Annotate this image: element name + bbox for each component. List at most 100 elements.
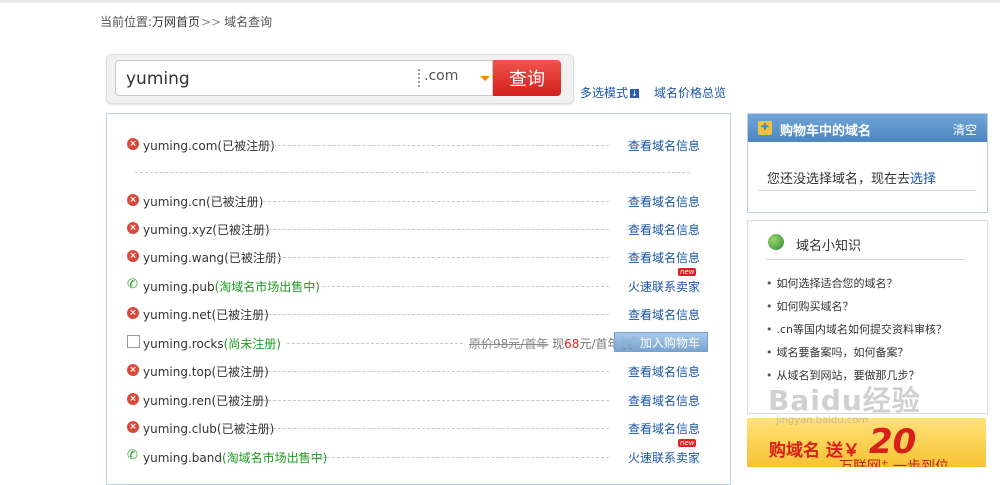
taken-x-icon: ×	[127, 364, 139, 376]
phone-icon: ✆	[127, 448, 138, 463]
top-border	[0, 0, 1000, 3]
view-domain-info-link[interactable]: 查看域名信息	[628, 221, 700, 238]
domain-name: yuming.ren(已被注册)	[143, 392, 269, 409]
domain-label: yuming.ren	[143, 394, 212, 408]
price-info: 原价98元/首年 现68元/首年	[469, 335, 620, 352]
domain-name: yuming.rocks(尚未注册)	[143, 335, 281, 352]
tip-link[interactable]: 域名要备案吗，如何备案？	[766, 344, 909, 360]
original-price: 原价98元/首年	[469, 337, 549, 351]
breadcrumb-home-link[interactable]: 万网首页	[152, 15, 200, 29]
tip-link[interactable]: .cn等国内域名如何提交资料审核？	[766, 321, 948, 337]
price-overview-link[interactable]: 域名价格总览	[654, 84, 726, 101]
result-row: × yuming.com(已被注册) 查看域名信息	[127, 136, 727, 156]
domain-search-bar: .com 查询	[106, 54, 574, 104]
view-domain-info-link[interactable]: 查看域名信息	[628, 420, 700, 437]
domain-status: (已被注册)	[216, 422, 275, 436]
result-row: × yuming.wang(已被注册) 查看域名信息	[127, 248, 727, 268]
result-row: × yuming.xyz(已被注册) 查看域名信息	[127, 220, 727, 240]
domain-status: (已被注册)	[211, 308, 269, 322]
cart-panel: ✚ 购物车中的域名 清空 您还没选择域名，现在去选择	[747, 113, 988, 213]
view-domain-info-link[interactable]: 查看域名信息	[628, 306, 700, 323]
cart-header: ✚ 购物车中的域名 清空	[748, 114, 987, 142]
domain-label: yuming.top	[143, 365, 212, 379]
domain-name: yuming.xyz(已被注册)	[143, 221, 270, 238]
view-domain-info-link[interactable]: 查看域名信息	[628, 137, 700, 154]
globe-icon	[768, 234, 784, 250]
domain-label: yuming.rocks	[143, 337, 224, 351]
result-row: ✆ yuming.pub(淘域名市场出售中) 火速联系卖家 new	[127, 268, 727, 297]
promo-subtext: 万联网+ 一步到位	[839, 456, 949, 467]
tips-title: 域名小知识	[796, 239, 862, 254]
tld-select[interactable]: .com	[424, 68, 458, 84]
domain-name: yuming.pub(淘域名市场出售中)	[143, 278, 320, 295]
cart-clear-link[interactable]: 清空	[953, 121, 977, 138]
domain-label: yuming.net	[143, 308, 212, 322]
leader-dash	[263, 257, 609, 258]
breadcrumb-prefix: 当前位置:	[100, 15, 153, 29]
result-row: ✆ yuming.band(淘域名市场出售中) 火速联系卖家 new	[127, 439, 727, 468]
current-price-label: 现	[552, 337, 565, 351]
new-badge: new	[678, 268, 697, 276]
domain-status: (尚未注册)	[223, 337, 281, 351]
domain-status: (淘域名市场出售中)	[214, 280, 320, 294]
multi-select-mode-link[interactable]: 多选模式 ↓	[580, 84, 640, 101]
promo-subtext-rest: 一步到位	[888, 459, 949, 467]
domain-name: yuming.wang(已被注册)	[143, 249, 282, 266]
domain-status: (已被注册)	[205, 195, 264, 209]
baidu-watermark: Baidu经验	[768, 384, 921, 417]
result-row: yuming.rocks(尚未注册) 原价98元/首年 现68元/首年 🛒 加入购物车	[127, 332, 727, 354]
domain-label: yuming.club	[143, 422, 217, 436]
taken-x-icon: ×	[127, 393, 139, 405]
tip-link[interactable]: 如何选择适合您的域名？	[766, 275, 898, 291]
contact-seller-link[interactable]: 火速联系卖家	[628, 278, 700, 295]
domain-name: yuming.net(已被注册)	[143, 306, 269, 323]
promo-subtext-sup: +	[881, 458, 889, 467]
promo-subtext-main: 万联网	[839, 459, 881, 467]
tips-divider	[766, 259, 966, 260]
tip-link[interactable]: 如何购买域名？	[766, 298, 854, 314]
domain-name: yuming.com(已被注册)	[143, 137, 275, 154]
cart-empty-text: 您还没选择域名，现在去	[767, 172, 911, 187]
contact-seller-link[interactable]: 火速联系卖家	[628, 449, 700, 466]
tld-divider	[418, 69, 420, 87]
breadcrumb: 当前位置:万网首页>> 域名查询	[100, 13, 272, 30]
search-box: .com	[115, 60, 493, 96]
domain-label: yuming.xyz	[143, 223, 213, 237]
domain-status: (已被注册)	[212, 223, 270, 237]
leader-dash	[263, 428, 609, 429]
add-to-cart-label: 加入购物车	[639, 335, 700, 350]
domain-name: yuming.top(已被注册)	[143, 363, 269, 380]
results-divider	[135, 172, 690, 173]
domain-search-input[interactable]	[124, 65, 408, 93]
search-button[interactable]: 查询	[493, 60, 561, 96]
breadcrumb-separator: >>	[201, 15, 222, 29]
tld-dropdown-caret-icon[interactable]	[480, 76, 490, 81]
domain-label: yuming.cn	[143, 195, 206, 209]
domain-status: (已被注册)	[211, 365, 269, 379]
taken-x-icon: ×	[127, 222, 139, 234]
domain-status: (淘域名市场出售中)	[221, 451, 328, 465]
domain-status: (已被注册)	[217, 139, 275, 153]
view-domain-info-link[interactable]: 查看域名信息	[628, 249, 700, 266]
taken-x-icon: ×	[127, 421, 139, 433]
view-domain-info-link[interactable]: 查看域名信息	[628, 193, 700, 210]
cart-title: 购物车中的域名	[780, 124, 872, 139]
current-price: 68	[564, 337, 580, 351]
baidu-watermark-url: jingyan.baidu.com	[776, 415, 869, 426]
result-row: × yuming.club(已被注册) 查看域名信息	[127, 419, 727, 439]
view-domain-info-link[interactable]: 查看域名信息	[628, 363, 700, 380]
leader-dash	[263, 201, 609, 202]
download-arrow-icon: ↓	[630, 89, 640, 98]
add-to-cart-button[interactable]: 🛒 加入购物车	[614, 332, 708, 352]
view-domain-info-link[interactable]: 查看域名信息	[628, 392, 700, 409]
domain-label: yuming.com	[143, 139, 218, 153]
domain-status: (已被注册)	[224, 251, 282, 265]
cart-select-link[interactable]: 选择	[910, 172, 936, 187]
cart-empty-message: 您还没选择域名，现在去选择	[767, 168, 936, 187]
taken-x-icon: ×	[127, 194, 139, 206]
domain-label: yuming.band	[143, 451, 222, 465]
taken-x-icon: ×	[127, 307, 139, 319]
select-checkbox[interactable]	[127, 335, 140, 348]
leader-dash	[263, 145, 609, 146]
result-row: × yuming.top(已被注册) 查看域名信息	[127, 362, 727, 382]
